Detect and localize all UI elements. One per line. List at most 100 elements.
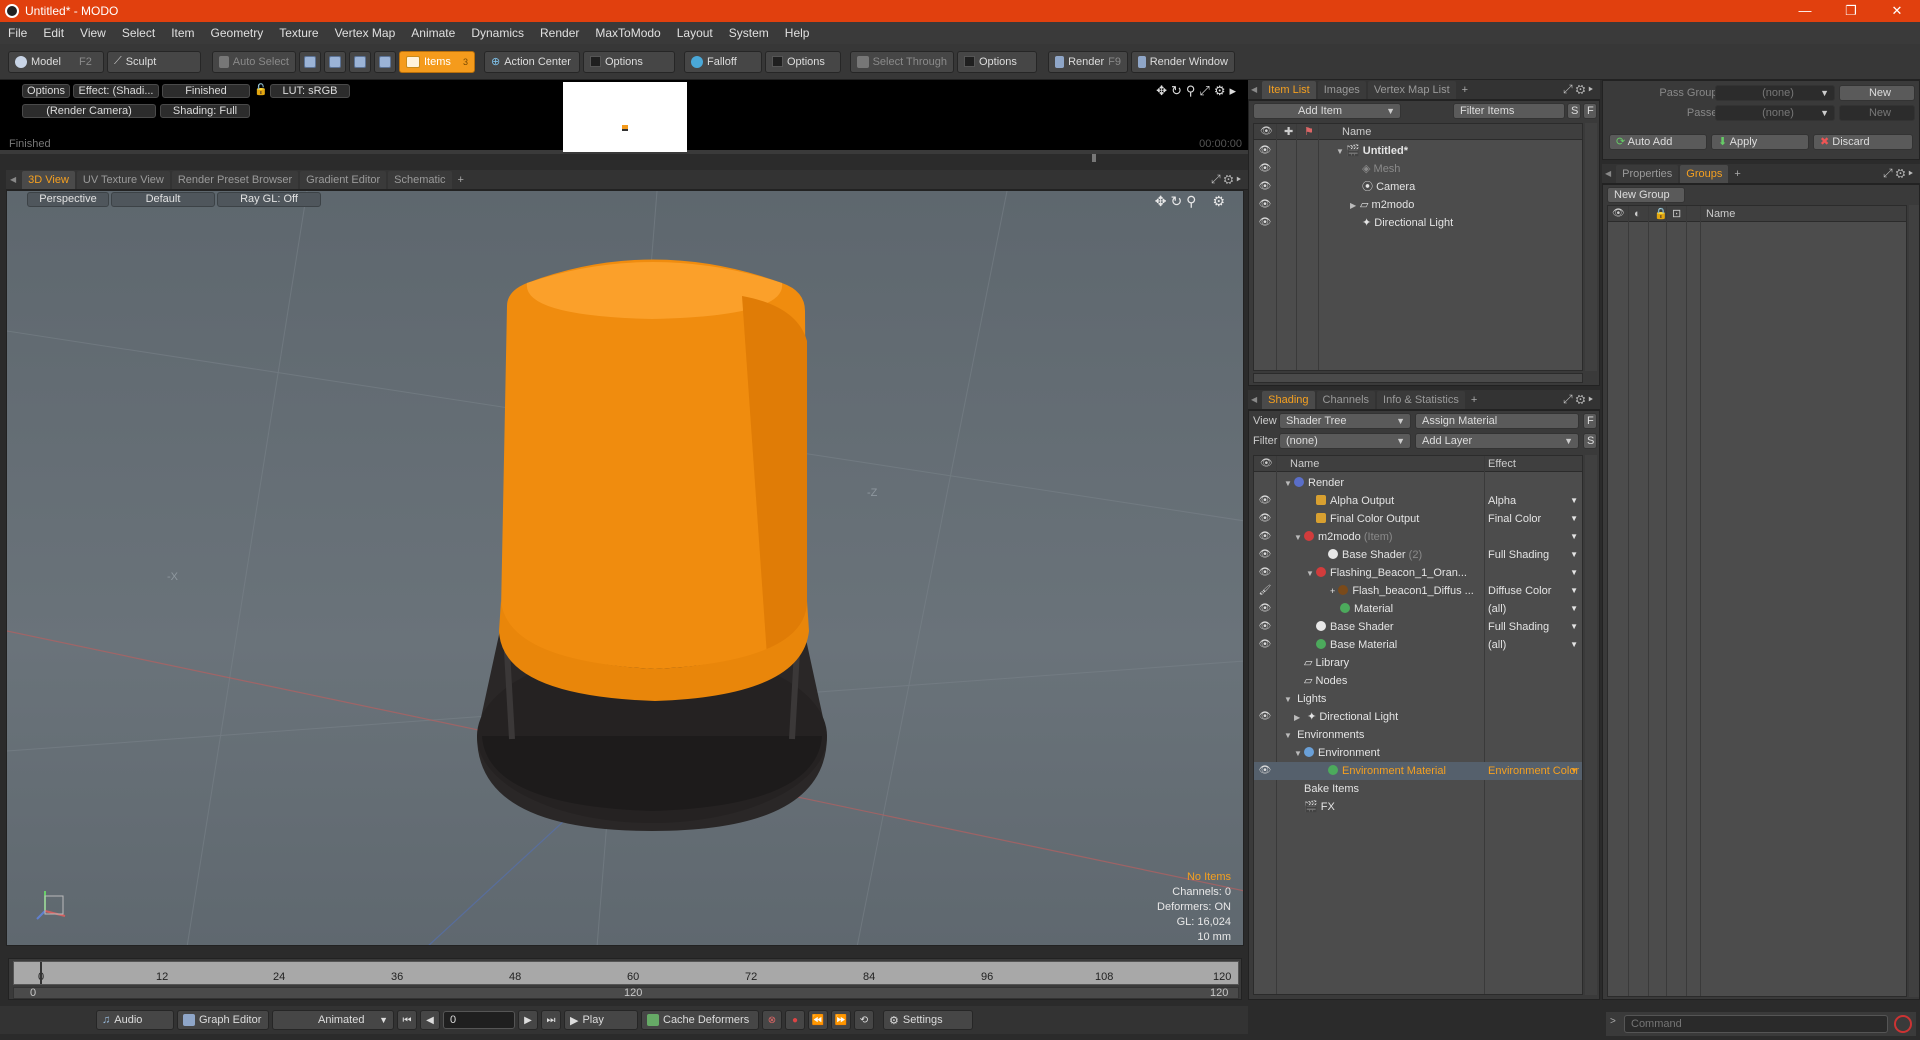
expand-arrow-icon[interactable]: ▼ <box>1284 727 1294 745</box>
command-history-icon[interactable] <box>1894 1015 1912 1033</box>
expand-arrow-icon[interactable]: ▼ <box>1284 475 1294 493</box>
pan-icon[interactable]: ✥ <box>1155 193 1171 209</box>
menu-layout[interactable]: Layout <box>669 26 721 40</box>
effect-dropdown-icon[interactable]: ▼ <box>1570 510 1578 528</box>
audio-button[interactable]: ♫ Audio <box>96 1010 174 1030</box>
tab-vertex-map-list[interactable]: Vertex Map List <box>1367 80 1456 99</box>
tab-uv-texture-view[interactable]: UV Texture View <box>76 170 170 189</box>
polygons-mode-button[interactable] <box>349 50 371 73</box>
select-through-button[interactable]: Select Through <box>850 50 954 73</box>
cache-deformers-button[interactable]: Cache Deformers <box>641 1010 759 1030</box>
expand-arrow-icon[interactable]: ▼ <box>1284 691 1294 709</box>
shader-row-base-shader-2[interactable]: 👁 Base Shader (2) Full Shading ▼ <box>1254 546 1582 564</box>
range-bar[interactable]: 0 120 120 <box>13 987 1239 999</box>
model-mode-button[interactable]: Model F2 <box>8 50 104 73</box>
preview-options-button[interactable]: Options <box>22 84 70 98</box>
rotate-icon[interactable]: ↻ <box>1170 193 1186 209</box>
tab-3d-view[interactable]: 3D View <box>22 170 75 189</box>
menu-vertex-map[interactable]: Vertex Map <box>327 26 404 40</box>
visibility-eye-icon[interactable]: 👁 <box>1258 600 1272 618</box>
search-s-button[interactable]: S <box>1567 103 1581 119</box>
visibility-eye-icon[interactable]: 👁 <box>1258 636 1272 654</box>
filter-f-button[interactable]: F <box>1583 413 1597 429</box>
new-pass-group-button[interactable]: New <box>1839 85 1915 101</box>
shader-row-final-color-output[interactable]: 👁 Final Color Output Final Color ▼ <box>1254 510 1582 528</box>
tab-images[interactable]: Images <box>1317 80 1366 99</box>
item-tree[interactable]: 👁 ✚ ⚑ Name 👁 ▼ 🎬 Untitled* 👁 ◈ Mesh 👁 ⦿ Came… <box>1253 123 1583 371</box>
menu-file[interactable]: File <box>0 26 35 40</box>
3d-viewport[interactable]: Perspective Default Ray GL: Off ✥↻⚲ ⚙ -X … <box>6 190 1244 946</box>
menu-texture[interactable]: Texture <box>271 26 326 40</box>
current-frame-field[interactable]: 0 <box>443 1011 515 1029</box>
filter-f-button[interactable]: F <box>1583 103 1597 119</box>
shader-row-library[interactable]: ▱ Library <box>1254 654 1582 672</box>
shader-row-lights[interactable]: ▼ Lights <box>1254 690 1582 708</box>
shader-row-base-material[interactable]: 👁 Base Material (all) ▼ <box>1254 636 1582 654</box>
arrow-icon[interactable]: ▸ <box>1588 392 1596 406</box>
preview-finished-button[interactable]: Finished <box>162 84 250 98</box>
auto-key-button[interactable]: ⊗ <box>762 1010 782 1030</box>
effect-dropdown-icon[interactable]: ▼ <box>1570 618 1578 636</box>
shader-row-bake-items[interactable]: Bake Items <box>1254 780 1582 798</box>
pass-groups-dropdown[interactable]: (none) ▼ <box>1715 85 1835 101</box>
next-key-button[interactable]: ▶ <box>518 1010 538 1030</box>
menu-item[interactable]: Item <box>163 26 202 40</box>
expand-arrow-icon[interactable]: ▶ <box>1350 197 1360 215</box>
play-button[interactable]: ▶ Play <box>564 1010 638 1030</box>
expand-arrow-icon[interactable]: ▼ <box>1306 565 1316 583</box>
shader-row-environments[interactable]: ▼ Environments <box>1254 726 1582 744</box>
add-tab-icon[interactable]: + <box>1467 394 1481 406</box>
falloff-button[interactable]: Falloff <box>684 50 762 73</box>
maximize-icon[interactable]: ⤢ <box>1199 83 1213 98</box>
filter-dropdown[interactable]: (none) ▼ <box>1279 433 1411 449</box>
default-style-button[interactable]: Default <box>111 192 215 207</box>
auto-add-button[interactable]: ⟳ Auto Add <box>1609 134 1707 150</box>
effect-dropdown-icon[interactable]: ▼ <box>1570 600 1578 618</box>
shader-row-environment-material[interactable]: 👁 Environment Material Environment Color ▼ <box>1254 762 1582 780</box>
item-list-vscroll[interactable] <box>1585 123 1597 371</box>
shader-tree-vscroll[interactable] <box>1585 455 1597 995</box>
menu-edit[interactable]: Edit <box>35 26 72 40</box>
item-row-mesh[interactable]: 👁 ◈ Mesh <box>1254 160 1582 178</box>
items-mode-button[interactable]: Items 3 <box>399 50 475 73</box>
minimize-button[interactable]: — <box>1782 0 1828 22</box>
tab-shading[interactable]: Shading <box>1262 390 1315 409</box>
effect-dropdown-icon[interactable]: ▼ <box>1570 762 1578 780</box>
timeline[interactable]: 0 12 24 36 48 60 72 84 96 108 120 0 120 … <box>8 958 1242 1000</box>
arrow-icon[interactable]: ▸ <box>1236 172 1244 186</box>
tab-groups[interactable]: Groups <box>1680 164 1729 183</box>
effect-dropdown-icon[interactable]: ▼ <box>1570 636 1578 654</box>
expand-arrow-icon[interactable]: ▼ <box>1336 143 1346 161</box>
vertices-mode-button[interactable] <box>299 50 321 73</box>
ray-gl-button[interactable]: Ray GL: Off <box>217 192 321 207</box>
action-center-options-button[interactable]: Options <box>583 50 675 73</box>
menu-animate[interactable]: Animate <box>403 26 463 40</box>
tab-render-preset-browser[interactable]: Render Preset Browser <box>171 170 299 189</box>
panel-arrow-icon[interactable]: ◀ <box>1248 395 1260 404</box>
visibility-eye-icon[interactable]: 👁 <box>1258 160 1272 178</box>
add-item-dropdown[interactable]: Add Item ▼ <box>1253 103 1401 119</box>
gear-icon[interactable]: ⚙ <box>1212 193 1229 209</box>
perspective-button[interactable]: Perspective <box>27 192 109 207</box>
effect-dropdown-icon[interactable]: ▼ <box>1570 492 1578 510</box>
item-row-m2modo[interactable]: 👁 ▶ ▱ m2modo <box>1254 196 1582 214</box>
beacon-model[interactable] <box>477 259 827 832</box>
visibility-eye-icon[interactable]: 👁 <box>1258 618 1272 636</box>
assign-material-field[interactable]: Assign Material <box>1415 413 1579 429</box>
shader-row-environment[interactable]: ▼ Environment <box>1254 744 1582 762</box>
new-pass-button[interactable]: New <box>1839 105 1915 121</box>
animated-dropdown[interactable]: Animated ▼ <box>272 1010 394 1030</box>
preview-effect-button[interactable]: Effect: (Shadi... <box>73 84 159 98</box>
visibility-eye-icon[interactable]: 👁 <box>1258 214 1272 232</box>
shader-row-alpha-output[interactable]: 👁 Alpha Output Alpha ▼ <box>1254 492 1582 510</box>
close-button[interactable]: ✕ <box>1874 0 1920 22</box>
discard-button[interactable]: ✖ Discard <box>1813 134 1913 150</box>
panel-arrow-icon[interactable]: ◀ <box>1602 169 1614 178</box>
falloff-options-button[interactable]: Options <box>765 50 841 73</box>
visibility-eye-icon[interactable]: 👁 <box>1258 564 1272 582</box>
zoom-icon[interactable]: ⚲ <box>1186 83 1200 98</box>
record-button[interactable]: ● <box>785 1010 805 1030</box>
visibility-eye-icon[interactable]: 👁 <box>1258 196 1272 214</box>
add-tab-icon[interactable]: + <box>1458 84 1472 96</box>
visibility-eye-icon[interactable]: 👁 <box>1258 142 1272 160</box>
